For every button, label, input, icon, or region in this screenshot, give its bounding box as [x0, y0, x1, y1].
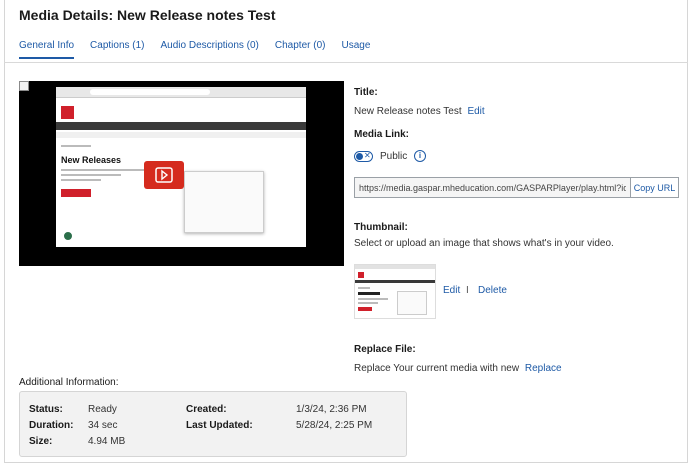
copy-url-button[interactable]: Copy URL	[631, 177, 679, 198]
video-player[interactable]: New Releases	[19, 81, 344, 266]
status-label: Status:	[29, 404, 63, 415]
replace-file-text: Replace Your current media with new	[354, 363, 520, 374]
additional-info-box: Status: Ready Duration: 34 sec Size: 4.9…	[19, 391, 407, 457]
text-line	[61, 145, 91, 147]
replace-file-link[interactable]: Replace	[525, 363, 562, 374]
thumbnail-line	[358, 287, 370, 289]
publisher-logo	[61, 106, 74, 119]
browser-urlbar	[90, 89, 210, 95]
text-line	[61, 174, 121, 176]
thumbnail-line	[358, 302, 378, 304]
thumbnail-image	[354, 264, 436, 319]
text-line	[61, 169, 151, 171]
tab-audio-descriptions[interactable]: Audio Descriptions (0)	[161, 40, 259, 59]
replace-file-row: Replace Your current media with new Repl…	[354, 363, 562, 374]
info-icon[interactable]: i	[414, 150, 426, 162]
thumbnail-edit-link[interactable]: Edit	[443, 285, 460, 296]
broken-image-icon	[19, 81, 29, 91]
thumbnail-label: Thumbnail:	[354, 222, 408, 233]
tab-divider	[4, 62, 688, 63]
play-icon	[155, 167, 173, 183]
last-updated-label: Last Updated:	[186, 420, 253, 431]
site-navbar	[56, 122, 306, 130]
thumbnail-panel	[397, 291, 427, 315]
duration-label: Duration:	[29, 420, 74, 431]
preview-panel	[184, 171, 264, 233]
thumbnail-line	[358, 298, 388, 300]
tab-chapter[interactable]: Chapter (0)	[275, 40, 326, 59]
public-toggle[interactable]: ✕	[354, 151, 373, 162]
created-label: Created:	[186, 404, 227, 415]
thumbnail-chrome	[355, 265, 435, 269]
captions-badge-icon	[63, 231, 73, 241]
text-line	[61, 179, 101, 181]
thumbnail-heading	[358, 292, 380, 295]
toggle-x-icon: ✕	[364, 151, 371, 160]
thumbnail-navbar	[355, 280, 435, 283]
title-label: Title:	[354, 87, 378, 98]
site-subnav	[56, 132, 306, 138]
edit-title-link[interactable]: Edit	[467, 106, 484, 117]
additional-info-heading: Additional Information:	[19, 377, 119, 388]
last-updated-value: 5/28/24, 2:25 PM	[296, 420, 373, 431]
size-value: 4.94 MB	[88, 436, 126, 447]
page-title: Media Details: New Release notes Test	[19, 7, 276, 23]
tab-general-info[interactable]: General Info	[19, 40, 75, 59]
preview-button	[61, 189, 91, 197]
toggle-knob	[356, 153, 363, 160]
thumbnail-button	[358, 307, 372, 311]
tab-captions[interactable]: Captions (1)	[90, 40, 144, 59]
title-value-row: New Release notes Test Edit	[354, 106, 485, 117]
thumbnail-hint: Select or upload an image that shows wha…	[354, 238, 614, 249]
duration-value: 34 sec	[88, 420, 118, 431]
thumbnail-separator: I	[466, 285, 469, 296]
created-value: 1/3/24, 2:36 PM	[296, 404, 367, 415]
play-button[interactable]	[144, 161, 184, 189]
replace-file-label: Replace File:	[354, 344, 416, 355]
thumbnail-delete-link[interactable]: Delete	[478, 285, 507, 296]
tab-usage[interactable]: Usage	[341, 40, 370, 59]
media-link-label: Media Link:	[354, 129, 410, 140]
status-value: Ready	[88, 404, 117, 415]
title-value: New Release notes Test	[354, 106, 462, 117]
size-label: Size:	[29, 436, 53, 447]
media-url-field[interactable]	[354, 177, 631, 198]
thumbnail-logo	[358, 272, 364, 278]
public-label: Public	[380, 151, 408, 162]
preview-heading: New Releases	[61, 155, 122, 165]
tab-bar: General Info Captions (1) Audio Descript…	[19, 40, 386, 59]
